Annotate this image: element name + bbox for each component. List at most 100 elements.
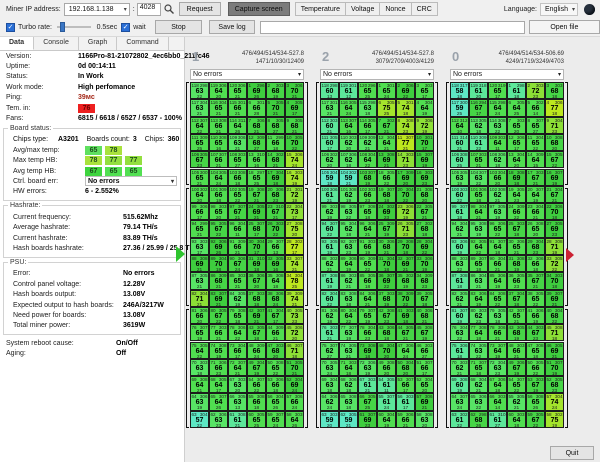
chip-temp: 65	[508, 123, 525, 130]
chip-cell: 1163046521	[209, 99, 228, 116]
slider-thumb[interactable]	[60, 22, 65, 32]
chip-meta: 112307	[191, 118, 208, 123]
chip-temp: 70	[397, 192, 414, 199]
turbo-rate-checkbox[interactable]: ✓	[6, 23, 15, 32]
chip-index: 61	[230, 412, 235, 417]
chip-meta: 73304	[229, 343, 246, 348]
chip-meta: 48304	[378, 343, 395, 348]
chip-count: 304	[536, 239, 544, 244]
chip-count: 310	[498, 412, 506, 417]
chip-count: 307	[349, 118, 357, 123]
chip-temp: 66	[508, 348, 525, 355]
chip-meta: 29307	[267, 239, 284, 244]
chip-index: 105	[192, 170, 200, 175]
chip-count: 298	[479, 412, 487, 417]
chip-meta: 16303	[286, 170, 303, 175]
theme-icon[interactable]	[584, 4, 595, 15]
scroll-right-arrow[interactable]	[566, 248, 574, 262]
save-log-button[interactable]: Save log	[209, 20, 255, 34]
chip-cell: 603046419	[377, 411, 396, 428]
chip-cell: 1133056218	[469, 117, 488, 134]
chip-temp: 60	[451, 244, 468, 251]
chip-sub: 22	[527, 424, 544, 428]
chip-cell: 913096621	[228, 238, 247, 255]
board-error-select[interactable]: No errors▾	[320, 69, 434, 80]
port-input[interactable]: 4028	[137, 3, 161, 16]
turbo-rate-slider[interactable]	[57, 22, 91, 32]
chip-temp: 65	[527, 296, 544, 303]
tab-console[interactable]: Console	[34, 37, 79, 50]
board-error-select[interactable]: No errors▾	[450, 69, 564, 80]
crc-button[interactable]: CRC	[412, 2, 438, 16]
voltage-button[interactable]: Voltage	[346, 2, 380, 16]
chip-count: 306	[219, 412, 227, 417]
chip-temp: 66	[267, 140, 284, 147]
group-legend: Hashrate:	[8, 202, 42, 209]
chip-cell: 1143056617	[358, 117, 377, 134]
chip-temp: 68	[378, 296, 395, 303]
bracket-left	[446, 309, 449, 428]
chip-temp: 68	[546, 140, 563, 147]
bracket-right	[305, 188, 308, 306]
chip-temp: 66	[489, 175, 506, 182]
chip-meta: 113305	[470, 118, 487, 123]
nonce-button[interactable]: Nonce	[380, 2, 411, 16]
request-button[interactable]: Request	[179, 2, 221, 16]
chip-cell: 112996618	[266, 134, 285, 151]
chip-cell: 233106721	[266, 203, 285, 220]
chip-cell: 1023086221	[488, 186, 507, 203]
scroll-left-arrow[interactable]	[176, 246, 185, 262]
board-stat-line1: 476/494/514/534-527.8	[190, 50, 304, 58]
row-label: Error:	[13, 270, 123, 277]
chip-cell: 183086918	[507, 169, 526, 186]
chip-meta: 8308	[397, 118, 414, 123]
ip-combobox[interactable]: 192.168.1.138 ▾	[64, 3, 130, 16]
chip-cell: 1053045918	[320, 169, 339, 186]
tab-graph[interactable]: Graph	[79, 37, 117, 50]
chip-index: 46	[547, 343, 552, 348]
chip-temp: 70	[378, 261, 395, 268]
ctrl-board-err-select[interactable]: No errors▾	[85, 176, 177, 186]
open-file-button[interactable]: Open file	[529, 20, 600, 34]
chip-index: 84	[490, 291, 495, 296]
stop-button[interactable]: Stop	[155, 20, 203, 34]
chip-cell: 273026818	[415, 220, 434, 237]
chip-cell: 293087018	[396, 238, 415, 255]
language-select[interactable]: English ▾	[540, 3, 578, 16]
temperature-button[interactable]: Temperature	[295, 2, 346, 16]
chip-temp: 71	[286, 348, 303, 355]
chip-count: 308	[498, 291, 506, 296]
chip-meta: 28302	[286, 239, 303, 244]
chip-cell: 1182986322	[190, 82, 209, 99]
board-error-select[interactable]: No errors▾	[190, 69, 304, 80]
chip-temp: 67	[378, 123, 395, 130]
chip-index: 39	[547, 291, 552, 296]
chip-cell: 593076524	[266, 411, 285, 428]
chip-cell: 633045722	[190, 411, 209, 428]
chip-index: 16	[287, 170, 292, 175]
wait-checkbox[interactable]: ✓	[121, 23, 130, 32]
tab-command[interactable]: Command	[117, 37, 168, 50]
chip-index: 84	[230, 291, 235, 296]
chip-cell: 643066224	[320, 393, 339, 410]
row-value: 6 - 2.552%	[85, 188, 119, 195]
search-icon[interactable]	[163, 3, 175, 15]
chip-count: 305	[460, 291, 468, 296]
chip-temp: 68	[416, 192, 433, 199]
chip-sub: 21	[229, 424, 246, 428]
log-field[interactable]	[260, 21, 525, 34]
chip-count: 306	[257, 118, 265, 123]
chip-index: 6	[379, 100, 382, 105]
chip-meta: 63303	[321, 412, 338, 417]
chip-index: 16	[417, 170, 422, 175]
chip-cell: 943046221	[450, 220, 469, 237]
chip-temp: 62	[321, 313, 338, 320]
tab-data[interactable]: Data	[0, 37, 34, 50]
chip-count: 308	[425, 412, 433, 417]
chip-cell: 773086418	[469, 324, 488, 341]
chip-cell: 1153016621	[228, 99, 247, 116]
chip-temp: 66	[527, 365, 544, 372]
capture-screen-button[interactable]: Capture screen	[228, 2, 290, 16]
row-total-miner-power: Total miner power:3619W	[7, 321, 180, 331]
quit-button[interactable]: Quit	[550, 446, 594, 460]
